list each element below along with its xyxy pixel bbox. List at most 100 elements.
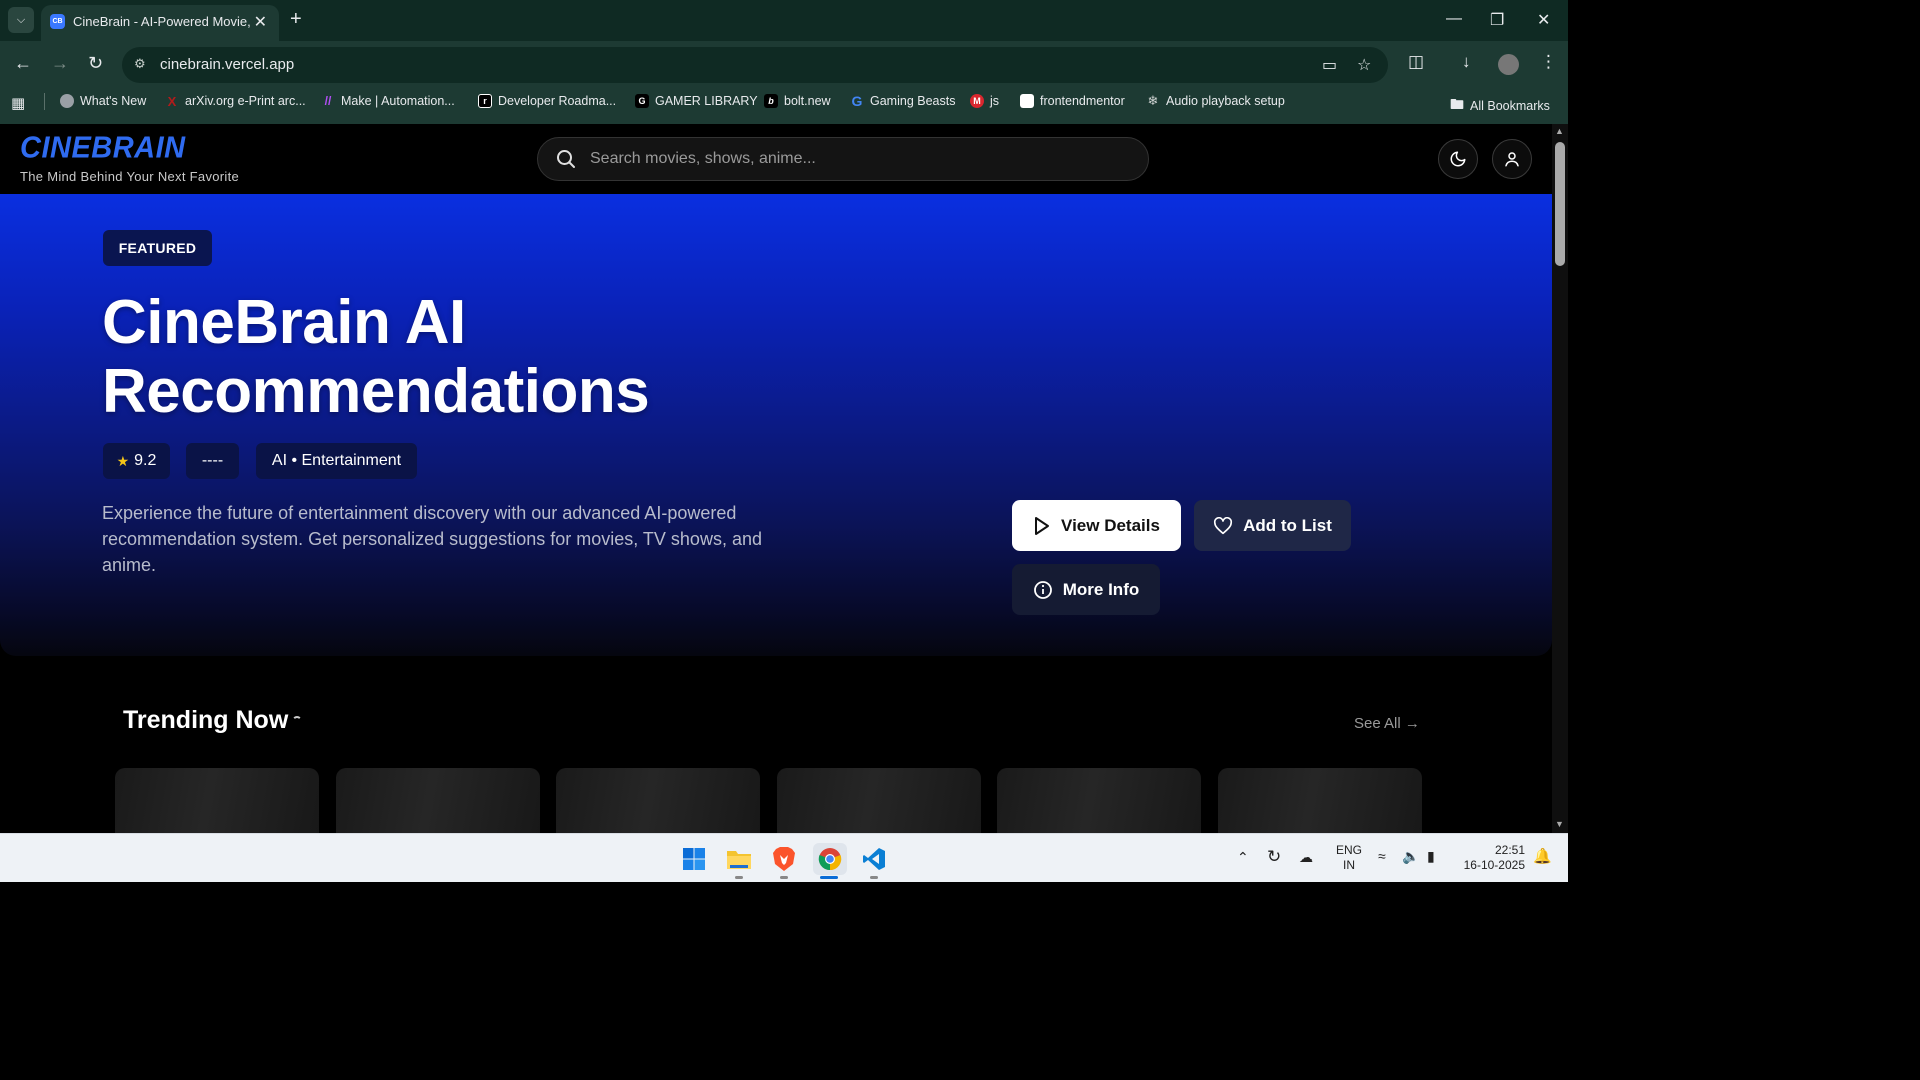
windows-start-icon[interactable] xyxy=(678,843,710,875)
hero-banner: FEATURED CineBrain AI Recommendations ★ … xyxy=(0,194,1552,656)
running-indicator xyxy=(735,876,743,879)
site-tagline: The Mind Behind Your Next Favorite xyxy=(20,169,240,184)
see-all-link[interactable]: See All → xyxy=(1354,715,1420,732)
volume-icon[interactable]: 🔈 xyxy=(1402,848,1419,865)
trending-card-placeholder[interactable] xyxy=(777,768,981,833)
file-explorer-icon[interactable] xyxy=(723,843,755,875)
featured-badge: FEATURED xyxy=(103,230,212,266)
trending-card-placeholder[interactable] xyxy=(1218,768,1422,833)
wifi-icon[interactable]: ≈ xyxy=(1378,848,1386,864)
rating-chip: ★ 9.2 xyxy=(103,443,170,479)
vscode-icon[interactable] xyxy=(858,843,890,875)
bookmark-divider xyxy=(44,93,45,110)
tab-favicon: CB xyxy=(50,14,65,29)
mega-icon: M xyxy=(970,94,984,108)
sync-icon[interactable]: ↻ xyxy=(1267,847,1281,867)
chrome-taskbar-icon[interactable] xyxy=(813,843,847,875)
hero-title-line-2: Recommendations xyxy=(102,357,650,426)
apps-grid-icon[interactable]: ▦ xyxy=(11,94,25,112)
bookmark-item[interactable]: G Gaming Beasts xyxy=(850,93,956,109)
scroll-up-icon[interactable]: ▲ xyxy=(1555,126,1564,136)
chevron-up-icon[interactable]: ⌃ xyxy=(1237,849,1249,866)
trending-card-placeholder[interactable] xyxy=(336,768,540,833)
view-details-button[interactable]: View Details xyxy=(1012,500,1181,551)
active-indicator xyxy=(820,876,838,879)
bookmark-item[interactable]: // Make | Automation... xyxy=(321,94,455,108)
restore-icon[interactable]: ❐ xyxy=(1490,10,1504,30)
brave-browser-icon[interactable] xyxy=(768,843,800,875)
play-icon xyxy=(1035,516,1050,535)
clock[interactable]: 22:51 16-10-2025 xyxy=(1459,843,1525,873)
downloads-icon[interactable]: ↓ xyxy=(1462,52,1471,72)
scrollbar-thumb[interactable] xyxy=(1555,142,1565,266)
tab-search-button[interactable]: ⌵ xyxy=(8,7,34,33)
bookmark-item[interactable]: frontendmentor xyxy=(1020,94,1125,108)
search-input[interactable] xyxy=(590,148,1130,170)
info-icon xyxy=(1033,580,1052,599)
trending-card-placeholder[interactable] xyxy=(997,768,1201,833)
cloud-error-icon[interactable]: ☁ xyxy=(1299,849,1313,866)
bookmark-item[interactable]: What's New xyxy=(60,94,146,108)
year-chip: ---- xyxy=(186,443,239,479)
extensions-icon[interactable]: ◫ xyxy=(1408,52,1424,72)
browser-toolbar: ← → ↻ ⚙ cinebrain.vercel.app ▭ ☆ xyxy=(0,41,1568,87)
user-icon xyxy=(1505,152,1519,167)
bookmark-item[interactable]: b bolt.new xyxy=(764,94,831,108)
more-info-button[interactable]: More Info xyxy=(1012,564,1160,615)
back-icon[interactable]: ← xyxy=(14,53,32,74)
install-app-icon[interactable]: ▭ xyxy=(1322,55,1337,75)
add-to-list-button[interactable]: Add to List xyxy=(1194,500,1351,551)
search-bar[interactable] xyxy=(537,137,1149,181)
new-tab-icon[interactable]: + xyxy=(290,9,302,29)
trending-card-placeholder[interactable] xyxy=(115,768,319,833)
scroll-down-icon[interactable]: ▼ xyxy=(1555,819,1564,829)
all-bookmarks[interactable]: 🖿 All Bookmarks xyxy=(1450,94,1550,118)
bookmark-item[interactable]: X arXiv.org e-Print arc... xyxy=(165,94,306,109)
search-icon xyxy=(557,150,575,168)
window-close-icon[interactable]: ✕ xyxy=(1537,10,1550,30)
running-indicator xyxy=(870,876,878,879)
bolt-icon: b xyxy=(764,94,778,108)
tab-strip: ⌵ CB CineBrain - AI-Powered Movie, ✕ + —… xyxy=(0,0,1568,41)
page-scrollbar[interactable]: ▲ ▼ xyxy=(1552,124,1568,833)
trending-card-placeholder[interactable] xyxy=(556,768,760,833)
profile-button[interactable] xyxy=(1492,139,1532,179)
active-tab[interactable]: CB CineBrain - AI-Powered Movie, ✕ xyxy=(41,5,279,41)
tab-title: CineBrain - AI-Powered Movie, xyxy=(73,14,251,29)
roadmap-icon: r xyxy=(478,94,492,108)
hero-title: CineBrain AI Recommendations xyxy=(102,288,1002,426)
make-icon: // xyxy=(324,94,332,108)
close-icon[interactable]: ✕ xyxy=(254,12,267,32)
windows-taskbar: ⌃ ↻ ☁ ENG IN ≈ 🔈 ▮ 22:51 16-10-2025 🔔 xyxy=(0,833,1568,882)
frontendmentor-icon xyxy=(1020,94,1034,108)
site-logo[interactable]: CINEBRAIN xyxy=(20,131,186,166)
hero-description: Experience the future of entertainment d… xyxy=(102,503,762,575)
forward-icon[interactable]: → xyxy=(51,53,69,74)
battery-icon[interactable]: ▮ xyxy=(1427,848,1435,865)
url-text: cinebrain.vercel.app xyxy=(160,56,295,73)
profile-avatar[interactable] xyxy=(1498,54,1519,75)
folder-icon: 🖿 xyxy=(1450,96,1464,112)
hero-title-line-1: CineBrain AI xyxy=(102,288,466,357)
minimize-icon[interactable]: — xyxy=(1446,10,1462,28)
bookmark-star-icon[interactable]: ☆ xyxy=(1357,55,1371,75)
site-info-icon[interactable]: ⚙ xyxy=(134,56,150,72)
bookmark-item[interactable]: ❄ Audio playback setup xyxy=(1146,93,1285,108)
loading-spinner-icon xyxy=(292,716,302,726)
rating-value: 9.2 xyxy=(134,452,157,469)
bookmarks-bar: ▦ What's New X arXiv.org e-Print arc... … xyxy=(0,87,1568,117)
moon-icon xyxy=(1450,151,1466,167)
notification-bell-icon[interactable]: 🔔 xyxy=(1533,847,1552,865)
theme-toggle-button[interactable] xyxy=(1438,139,1478,179)
openai-icon: ❄ xyxy=(1147,93,1159,108)
language-indicator[interactable]: ENG IN xyxy=(1336,843,1362,873)
star-icon: ★ xyxy=(116,452,130,469)
genre-chip: AI • Entertainment xyxy=(256,443,417,479)
bookmark-item[interactable]: r Developer Roadma... xyxy=(478,94,616,108)
bookmark-item[interactable]: M js xyxy=(970,94,999,108)
bookmark-item[interactable]: G GAMER LIBRARY xyxy=(635,94,758,108)
gamer-library-icon: G xyxy=(635,94,649,108)
address-bar[interactable]: ⚙ cinebrain.vercel.app ▭ ☆ xyxy=(122,47,1388,83)
reload-icon[interactable]: ↻ xyxy=(88,53,103,74)
menu-icon[interactable]: ⋮ xyxy=(1540,52,1557,72)
